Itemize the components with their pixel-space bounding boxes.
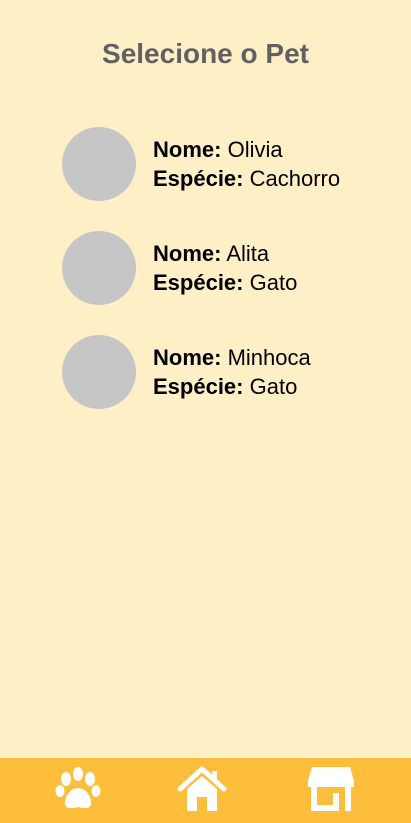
name-label: Nome: — [153, 241, 222, 266]
bottom-nav — [0, 758, 411, 823]
pet-name-row: Nome: Alita — [153, 239, 297, 268]
nav-pets-button[interactable] — [53, 765, 103, 813]
pet-species: Gato — [249, 374, 298, 399]
nav-store-button[interactable] — [306, 765, 356, 813]
pet-species: Gato — [249, 270, 298, 295]
paw-icon — [55, 767, 101, 809]
pet-species-row: Espécie: Gato — [153, 372, 311, 401]
store-icon — [308, 767, 354, 811]
pet-avatar — [62, 231, 136, 305]
pet-avatar — [62, 335, 136, 409]
pet-list: Nome: Olivia Espécie: Cachorro Nome: Ali… — [62, 126, 402, 438]
name-label: Nome: — [153, 345, 222, 370]
species-label: Espécie: — [153, 374, 244, 399]
pet-name: Minhoca — [227, 345, 311, 370]
species-label: Espécie: — [153, 166, 244, 191]
pet-name: Olivia — [227, 137, 283, 162]
pet-item-alita[interactable]: Nome: Alita Espécie: Gato — [62, 230, 402, 306]
pet-species-row: Espécie: Cachorro — [153, 164, 340, 193]
pet-info: Nome: Minhoca Espécie: Gato — [153, 343, 311, 401]
pet-species: Cachorro — [249, 166, 341, 191]
pet-name-row: Nome: Olivia — [153, 135, 340, 164]
pet-item-olivia[interactable]: Nome: Olivia Espécie: Cachorro — [62, 126, 402, 202]
name-label: Nome: — [153, 137, 222, 162]
pet-item-minhoca[interactable]: Nome: Minhoca Espécie: Gato — [62, 334, 402, 410]
page-title: Selecione o Pet — [102, 38, 309, 69]
pet-name-row: Nome: Minhoca — [153, 343, 311, 372]
pet-name: Alita — [226, 241, 270, 266]
species-label: Espécie: — [153, 270, 244, 295]
nav-home-button[interactable] — [177, 765, 227, 813]
pet-species-row: Espécie: Gato — [153, 268, 297, 297]
pet-info: Nome: Olivia Espécie: Cachorro — [153, 135, 340, 193]
pet-avatar — [62, 127, 136, 201]
pet-info: Nome: Alita Espécie: Gato — [153, 239, 297, 297]
home-icon — [177, 766, 227, 811]
